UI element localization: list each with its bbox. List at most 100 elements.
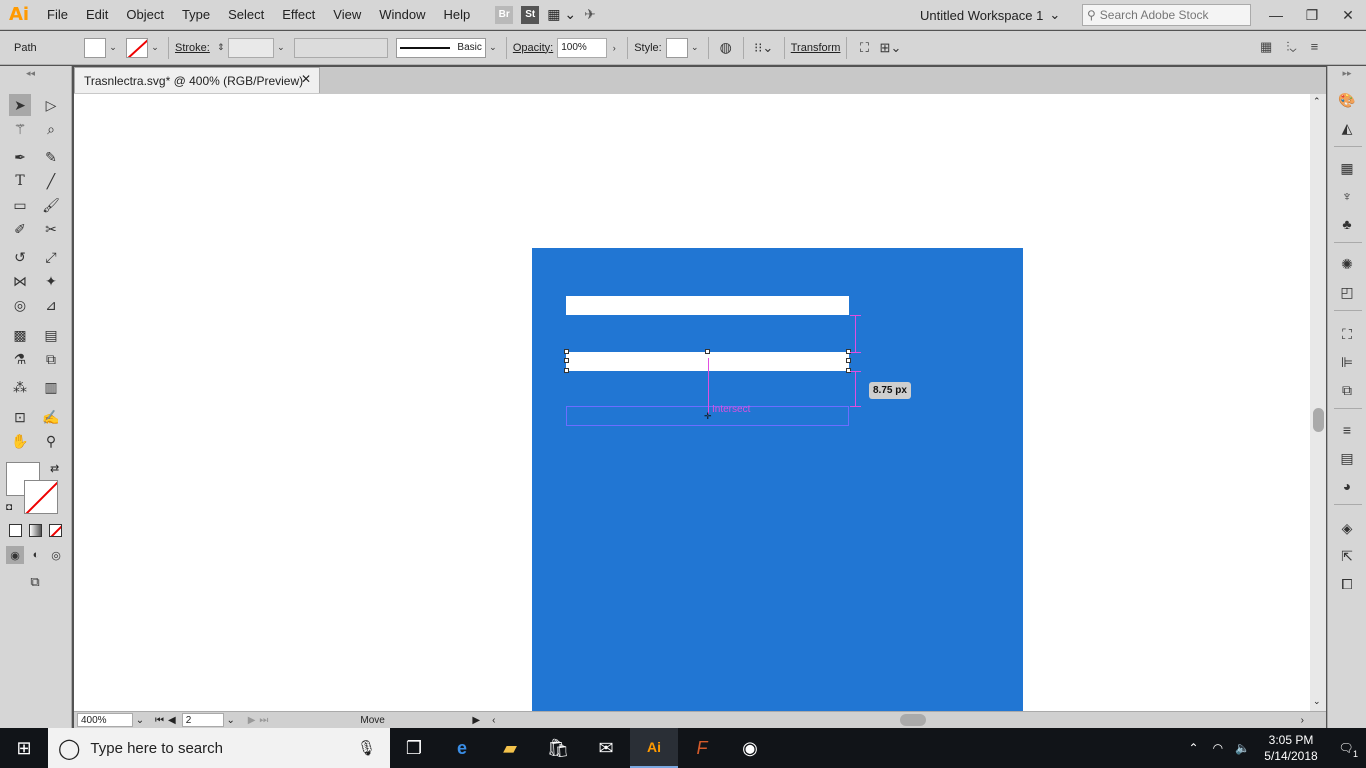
selection-handle[interactable] bbox=[564, 368, 569, 373]
chevron-down-icon[interactable]: ⌄ bbox=[133, 715, 147, 726]
color-guide-icon[interactable]: ◭ bbox=[1337, 118, 1357, 138]
menu-help[interactable]: Help bbox=[434, 0, 479, 30]
fill-dropdown-icon[interactable]: ⌄ bbox=[106, 38, 120, 58]
curvature-tool-icon[interactable]: ✎ bbox=[40, 146, 62, 168]
stock-icon[interactable]: St bbox=[521, 5, 540, 24]
graphic-styles-icon[interactable]: ◰ bbox=[1337, 282, 1357, 302]
draw-normal-icon[interactable]: ◉ bbox=[6, 546, 24, 564]
artboards-icon[interactable]: ⧠ bbox=[1337, 574, 1357, 594]
mail-icon[interactable]: ✉ bbox=[582, 728, 630, 768]
transform-link[interactable]: Transform bbox=[791, 42, 841, 54]
direct-selection-tool-icon[interactable]: ▷ bbox=[40, 94, 62, 116]
menu-select[interactable]: Select bbox=[219, 0, 273, 30]
draw-inside-icon[interactable]: ◎ bbox=[47, 546, 65, 564]
swap-fill-stroke-icon[interactable]: ⇄ bbox=[50, 462, 59, 475]
edge-icon[interactable]: e bbox=[438, 728, 486, 768]
graphic-style-swatch[interactable] bbox=[665, 37, 688, 58]
column-graph-tool-icon[interactable]: ▥ bbox=[40, 376, 62, 398]
menu-type[interactable]: Type bbox=[173, 0, 219, 30]
chevron-right-icon[interactable]: › bbox=[607, 38, 621, 58]
menu-effect[interactable]: Effect bbox=[273, 0, 324, 30]
line-segment-tool-icon[interactable]: ╱ bbox=[40, 170, 62, 192]
shape-builder-tool-icon[interactable]: ◎ bbox=[9, 294, 31, 316]
menu-file[interactable]: File bbox=[38, 0, 77, 30]
chrome-icon[interactable]: ◉ bbox=[726, 728, 774, 768]
symbol-sprayer-tool-icon[interactable]: ⁂ bbox=[9, 376, 31, 398]
zoom-tool-icon[interactable]: ⚲ bbox=[40, 430, 62, 452]
zoom-select[interactable]: 400% bbox=[77, 713, 133, 727]
gradient-panel-icon[interactable]: ▤ bbox=[1337, 448, 1357, 468]
illustrator-taskbar-icon[interactable]: Ai bbox=[630, 728, 678, 768]
current-tool-status[interactable]: Move bbox=[360, 715, 472, 726]
bridge-icon[interactable]: Br bbox=[495, 5, 514, 24]
isolation-mode-icon[interactable]: ⊞⌄ bbox=[875, 38, 905, 58]
opacity-label[interactable]: Opacity: bbox=[513, 42, 553, 54]
brush-definition[interactable]: Basic bbox=[395, 37, 486, 58]
task-view-icon[interactable]: ❐ bbox=[390, 728, 438, 768]
selection-handle[interactable] bbox=[564, 358, 569, 363]
gradient-mode-icon[interactable] bbox=[29, 524, 42, 537]
chevron-up-icon[interactable]: ⌃ bbox=[1181, 741, 1207, 755]
rectangle-tool-icon[interactable]: ▭ bbox=[9, 194, 31, 216]
layers-icon[interactable]: ◈ bbox=[1337, 518, 1357, 538]
vertical-scroll-thumb[interactable] bbox=[1313, 408, 1324, 432]
arrange-panels-icon[interactable]: ▦ bbox=[1260, 39, 1272, 55]
slice-tool-icon[interactable]: ✍ bbox=[40, 406, 62, 428]
transparency-icon[interactable]: ◕ bbox=[1337, 476, 1357, 496]
menu-object[interactable]: Object bbox=[117, 0, 173, 30]
opacity-input[interactable]: 100% bbox=[557, 37, 608, 58]
puppet-warp-tool-icon[interactable]: ✦ bbox=[40, 270, 62, 292]
isolate-object-icon[interactable]: ⛶ bbox=[853, 38, 875, 58]
selection-handle[interactable] bbox=[846, 358, 851, 363]
stroke-swatch[interactable] bbox=[126, 37, 148, 58]
horizontal-scroll-thumb[interactable] bbox=[900, 714, 926, 726]
first-artboard-icon[interactable]: ⏮ bbox=[155, 715, 164, 726]
selection-handle[interactable] bbox=[705, 349, 710, 354]
lasso-tool-icon[interactable]: ⌕ bbox=[40, 118, 62, 140]
chevron-down-icon[interactable]: ⌄ bbox=[1313, 696, 1321, 707]
screen-mode-icon[interactable]: ⧉ bbox=[24, 571, 46, 593]
next-artboard-icon[interactable]: ▶ bbox=[248, 715, 256, 726]
width-tool-icon[interactable]: ⋈ bbox=[9, 270, 31, 292]
chevron-up-icon[interactable]: ⌃ bbox=[1313, 96, 1321, 107]
recolor-artwork-icon[interactable]: ◍ bbox=[715, 38, 737, 58]
color-mode-icon[interactable] bbox=[9, 524, 22, 537]
brush-dropdown-icon[interactable]: ⌄ bbox=[486, 38, 500, 58]
chevron-left-icon[interactable]: ‹ bbox=[492, 715, 495, 726]
scale-tool-icon[interactable]: ⤢ bbox=[40, 246, 62, 268]
last-artboard-icon[interactable]: ⏭ bbox=[259, 715, 268, 726]
align-options-icon[interactable]: ⁝⁝⌄ bbox=[750, 38, 778, 58]
canvas[interactable]: Intersect ✛ 8.75 px bbox=[74, 94, 1310, 711]
fill-swatch[interactable] bbox=[84, 37, 106, 58]
panel-grip[interactable]: ▸▸ bbox=[1328, 66, 1366, 80]
align-panel-icon[interactable]: ⊫ bbox=[1337, 352, 1357, 372]
blend-tool-icon[interactable]: ⧉ bbox=[40, 348, 62, 370]
stroke-weight-stepper[interactable]: ⇕ bbox=[214, 38, 228, 58]
eyedropper-tool-icon[interactable]: ⚗ bbox=[9, 348, 31, 370]
file-explorer-icon[interactable]: ▰ bbox=[486, 728, 534, 768]
magic-wand-tool-icon[interactable]: ⚚ bbox=[9, 118, 31, 140]
microphone-icon[interactable]: 🎙 bbox=[357, 739, 376, 757]
default-fill-stroke-icon[interactable]: ◘ bbox=[6, 502, 12, 513]
symbols-icon[interactable]: ♣ bbox=[1337, 214, 1357, 234]
volume-icon[interactable]: 🔈 bbox=[1229, 741, 1256, 755]
panel-options-icon[interactable]: ⫶⌄ bbox=[1286, 39, 1296, 55]
swatches-icon[interactable]: ▦ bbox=[1337, 158, 1357, 178]
asset-export-icon[interactable]: ⇱ bbox=[1337, 546, 1357, 566]
stroke-label[interactable]: Stroke: bbox=[175, 42, 210, 54]
scissors-tool-icon[interactable]: ✂ bbox=[40, 218, 62, 240]
panel-grip[interactable]: ◂◂ bbox=[0, 66, 71, 80]
stock-search-input[interactable]: ⚲ Search Adobe Stock bbox=[1082, 4, 1251, 26]
type-tool-icon[interactable]: T bbox=[9, 170, 31, 192]
vertical-scrollbar[interactable]: ⌃ ⌄ bbox=[1310, 94, 1326, 711]
style-dropdown-icon[interactable]: ⌄ bbox=[688, 38, 702, 58]
close-icon[interactable]: ✕ bbox=[301, 72, 311, 86]
rotate-tool-icon[interactable]: ↺ bbox=[9, 246, 31, 268]
status-menu-icon[interactable]: ▶ bbox=[472, 715, 480, 726]
selection-tool-icon[interactable]: ➤ bbox=[9, 94, 31, 116]
gpu-performance-icon[interactable]: ✈ bbox=[584, 6, 596, 23]
color-panel-icon[interactable]: 🎨 bbox=[1337, 90, 1357, 110]
pathfinder-icon[interactable]: ⧉ bbox=[1337, 380, 1357, 400]
store-icon[interactable]: 🛍 bbox=[534, 728, 582, 768]
stroke-weight-dropdown-icon[interactable]: ⌄ bbox=[274, 38, 288, 58]
